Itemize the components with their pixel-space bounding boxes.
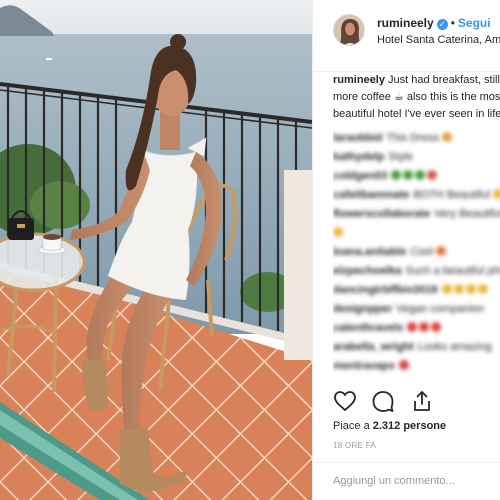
separator-dot: • — [450, 16, 455, 30]
comment-item: designpper Vegan companion — [333, 300, 500, 319]
comment-text: Such a beautiful photo — [405, 265, 500, 277]
post-header: rumineely ✓ • Segui Hotel Santa Caterina, A… — [313, 0, 500, 72]
post-details-panel: rumineely ✓ • Segui Hotel Santa Caterina, A… — [312, 0, 500, 500]
post-timestamp[interactable]: 18 ORE FA — [333, 441, 376, 450]
follow-button[interactable]: Segui — [458, 16, 491, 30]
post-photo[interactable] — [0, 0, 312, 500]
comment-username[interactable]: arabella_wright — [333, 341, 414, 353]
comment-item: coldgen03 — [333, 167, 500, 186]
comment-text: Vegan companion — [396, 303, 485, 315]
caption-line: more coffee ☕ also this is the most — [333, 91, 500, 103]
action-bar — [333, 389, 444, 415]
comment-list: laraobbid This Dress kathydelp Style coldg… — [333, 129, 500, 376]
comment-text: Very Beautiful — [434, 208, 500, 220]
avatar-image — [334, 15, 364, 45]
emoji-icon — [407, 322, 418, 332]
comment-item: loana.anitable Cool — [333, 243, 500, 262]
caption-line: beautiful hotel I've ever seen in life — [333, 108, 500, 120]
likes-number: 2.312 — [372, 420, 401, 432]
emoji-icon — [477, 284, 488, 294]
emoji-icon — [492, 189, 500, 199]
comment-input[interactable] — [333, 475, 493, 487]
comment-text: Looks amazing — [417, 341, 492, 353]
comment-item: calenthravels — [333, 319, 500, 338]
post-caption: rumineely Just had breakfast, still need… — [333, 72, 500, 123]
comment-item: cafelibammate BOTH Beautiful — [333, 186, 500, 205]
caption-username[interactable]: rumineely — [333, 74, 385, 86]
comments-section[interactable]: rumineely Just had breakfast, still need… — [333, 72, 500, 380]
add-comment-bar — [313, 462, 500, 500]
comment-text: BOTH Beautiful — [413, 189, 490, 201]
comment-item: flowerscollaborate Very Beautiful — [333, 205, 500, 224]
likes-suffix: persone — [400, 420, 447, 432]
emoji-icon — [465, 284, 476, 294]
emoji-icon — [419, 322, 430, 332]
comment-username[interactable]: elzpechoelka — [333, 265, 401, 277]
comment-username[interactable]: kathydelp — [333, 151, 384, 163]
comment-username[interactable]: flowerscollaborate — [333, 208, 430, 220]
comment-text: Cool — [410, 246, 433, 258]
post-username[interactable]: rumineely — [377, 16, 434, 30]
comment-item — [333, 224, 500, 243]
likes-count[interactable]: Piace a 2.312 persone — [333, 420, 446, 432]
comment-username[interactable]: calenthravels — [333, 322, 403, 334]
emoji-icon — [415, 170, 426, 180]
emoji-icon — [403, 170, 414, 180]
emoji-icon — [391, 170, 402, 180]
comment-item: arabella_wright Looks amazing — [333, 338, 500, 357]
comment-username[interactable]: cafelibammate — [333, 189, 409, 201]
emoji-icon — [431, 322, 442, 332]
emoji-icon — [436, 246, 447, 256]
share-icon[interactable] — [410, 389, 436, 415]
likes-prefix: Piace a — [333, 420, 373, 432]
comment-item: dancingtrbffbiv2018 — [333, 281, 500, 300]
post-location[interactable]: Hotel Santa Caterina, Amalfi — [377, 34, 500, 46]
comment-item: elzpechoelka Such a beautiful photo — [333, 262, 500, 281]
emoji-icon — [441, 284, 452, 294]
comment-item: kathydelp Style — [333, 148, 500, 167]
comment-username[interactable]: designpper — [333, 303, 392, 315]
emoji-icon — [453, 284, 464, 294]
comment-username[interactable]: loana.anitable — [333, 246, 406, 258]
comment-text: Style — [388, 151, 413, 163]
emoji-icon — [442, 132, 453, 142]
caption-line: Just had breakfast, still need — [388, 74, 500, 86]
comment-icon[interactable] — [371, 389, 397, 415]
comment-username[interactable]: dancingtrbffbiv2018 — [333, 284, 438, 296]
comment-username[interactable]: laraobbid — [333, 132, 383, 144]
emoji-icon — [427, 170, 438, 180]
photo-illustration — [0, 0, 312, 500]
avatar[interactable] — [333, 14, 365, 46]
heart-icon[interactable] — [333, 389, 359, 415]
emoji-icon — [398, 360, 409, 370]
comment-item: laraobbid This Dress — [333, 129, 500, 148]
verified-badge-icon: ✓ — [436, 19, 448, 30]
emoji-icon — [333, 227, 343, 237]
comment-text: This Dress — [386, 132, 440, 144]
comment-username[interactable]: mentravaps — [333, 360, 395, 372]
comment-username[interactable]: coldgen03 — [333, 170, 387, 182]
comment-item: mentravaps — [333, 357, 500, 376]
